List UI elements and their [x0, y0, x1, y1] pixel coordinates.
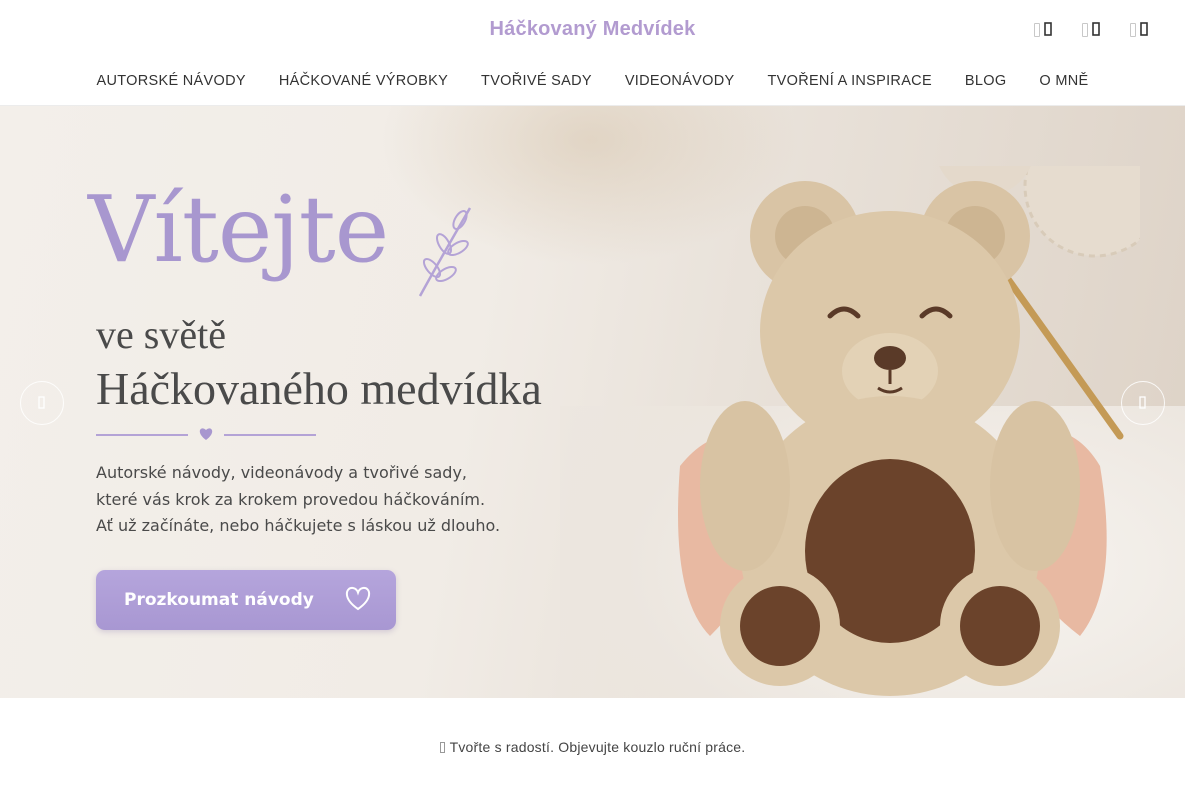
user-icon: [1092, 22, 1100, 36]
chevron-left-icon: [38, 396, 45, 409]
icon-placeholder: [1130, 23, 1136, 37]
crochet-bear-image: [678, 166, 1140, 696]
cart-button[interactable]: [1130, 20, 1150, 40]
nav-item-videonavody[interactable]: VIDEONÁVODY: [608, 73, 751, 89]
icon-placeholder: [1082, 23, 1088, 37]
site-header: Háčkovaný Medvídek AUTORSKÉ NÁVODY HÁČKO…: [0, 0, 1200, 106]
search-button[interactable]: [1034, 20, 1054, 40]
slider-next-button[interactable]: [1121, 381, 1165, 425]
nav-item-autorske-navody[interactable]: AUTORSKÉ NÁVODY: [80, 73, 262, 89]
hero-description-line: Autorské návody, videonávody a tvořivé s…: [96, 463, 467, 482]
header-icons: [1034, 20, 1150, 40]
icon-placeholder: [1034, 23, 1040, 37]
nav-item-tvorive-sady[interactable]: TVOŘIVÉ SADY: [465, 73, 609, 89]
divider-line: [224, 434, 316, 436]
hero-description-line: které vás krok za krokem provedou háčkov…: [96, 489, 486, 509]
page-scrollbar[interactable]: [1185, 0, 1200, 800]
hero-description-line: Ať už začínáte, nebo háčkujete s láskou …: [96, 516, 501, 535]
tagline: Tvořte s radostí. Objevujte kouzlo ruční…: [0, 739, 1185, 755]
hero-subheading-2: Háčkovaného medvídka: [96, 363, 542, 414]
main-nav: AUTORSKÉ NÁVODY HÁČKOVANÉ VÝROBKY TVOŘIV…: [0, 73, 1185, 89]
divider-line: [96, 434, 188, 436]
nav-item-tvoreni-a-inspirace[interactable]: TVOŘENÍ A INSPIRACE: [751, 73, 948, 89]
explore-tutorials-button[interactable]: Prozkoumat návody: [96, 570, 396, 630]
heart-icon: [199, 428, 213, 440]
slider-prev-button[interactable]: [20, 381, 64, 425]
heart-divider: [96, 424, 316, 444]
nav-item-o-mne[interactable]: O MNĚ: [1023, 73, 1105, 89]
nav-item-blog[interactable]: BLOG: [948, 73, 1023, 89]
chevron-right-icon: [1139, 396, 1146, 409]
nav-item-hackovane-vyrobky[interactable]: HÁČKOVANÉ VÝROBKY: [262, 73, 464, 89]
heart-outline-icon: [345, 586, 371, 611]
hero-description: Autorské návody, videonávody a tvořivé s…: [96, 460, 500, 540]
cta-label: Prozkoumat návody: [124, 590, 314, 610]
account-button[interactable]: [1082, 20, 1102, 40]
hero-slider: Vítejte ve světě Háčkovaného medvídka Au…: [0, 106, 1185, 698]
site-title[interactable]: Háčkovaný Medvídek: [0, 18, 1185, 41]
hero-welcome-heading: Vítejte: [88, 176, 389, 283]
sparkle-icon: [439, 742, 445, 753]
hero-subheading-1: ve světě: [96, 312, 226, 357]
tagline-text: Tvořte s radostí. Objevujte kouzlo ruční…: [449, 739, 746, 755]
cart-icon: [1140, 22, 1148, 36]
leaf-sprig-icon: [418, 207, 472, 297]
search-icon: [1044, 22, 1052, 36]
